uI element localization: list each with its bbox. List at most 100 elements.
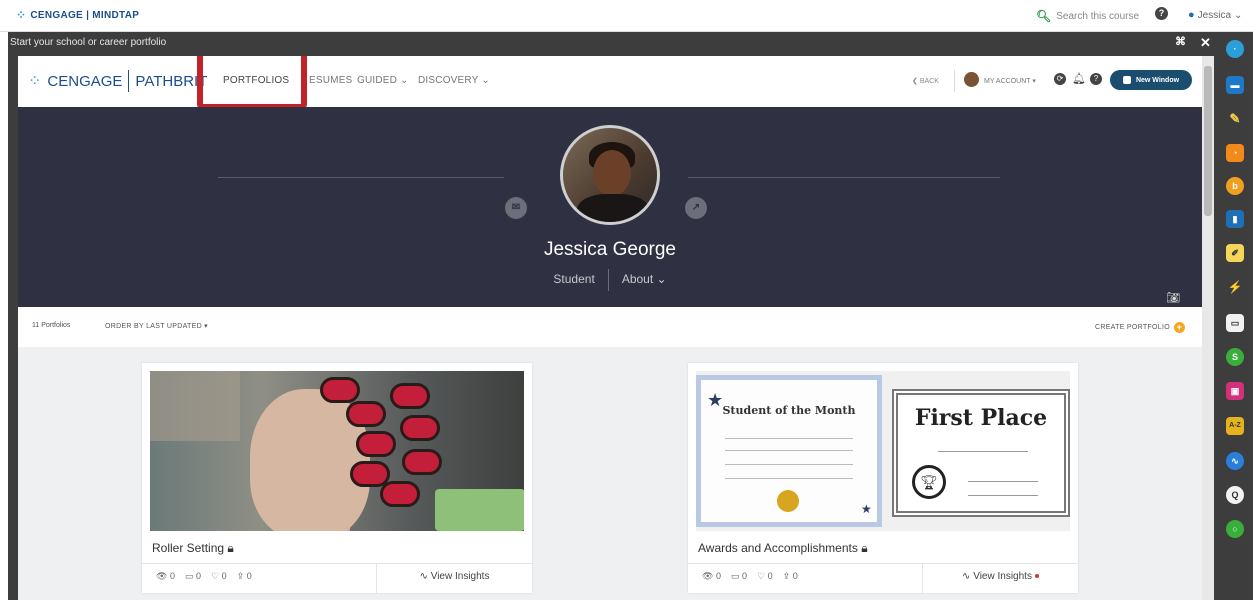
portfolio-stats: 👁︎ 0 ▭ 0 ♡ 0 ⇪ 0 <box>688 563 923 593</box>
comments-count: ▭ 0 <box>184 571 202 581</box>
trend-icon: ∿ <box>962 571 971 582</box>
search-icon: 🔍︎ <box>1036 9 1052 23</box>
nav-guided[interactable]: GUIDED ⌄ <box>357 75 409 86</box>
portfolio-thumbnail[interactable]: ★ Student of the Month ★ First Place 🏆︎ <box>696 371 1070 531</box>
chevron-down-icon: ⌄ <box>1234 9 1243 21</box>
close-icon[interactable]: ✕ <box>1200 35 1211 51</box>
search-app-icon[interactable]: Q <box>1226 486 1244 504</box>
search-course-link[interactable]: 🔍︎ Search this course <box>1036 9 1139 23</box>
portfolio-card-roller-setting[interactable]: Roller Setting 🔒︎ 👁︎ 0 ▭ 0 ♡ 0 ⇪ 0 ∿ Vie… <box>142 363 532 593</box>
nav-discovery[interactable]: DISCOVERY ⌄ <box>418 75 490 86</box>
cengage-app-icon[interactable]: · <box>1226 40 1244 58</box>
view-insights-button[interactable]: ∿ View Insights <box>377 563 532 593</box>
my-account-menu[interactable]: MY ACCOUNT ▾ <box>984 77 1036 85</box>
profile-name: Jessica George <box>543 239 676 260</box>
b-app-icon[interactable]: b <box>1226 177 1244 195</box>
create-portfolio-button[interactable]: CREATE PORTFOLIO + <box>1095 322 1185 333</box>
portfolio-thumbnail[interactable] <box>150 371 524 531</box>
app-dock: · ▬ ✎ ◔ b ▮ ✐ ⚡ ▭ S ▣ A-Z ∿ Q ○ <box>1216 32 1253 600</box>
profile-photo[interactable] <box>560 125 660 225</box>
lock-icon: 🔒︎ <box>861 541 868 555</box>
dialog-title: Start your school or career portfolio <box>10 37 167 48</box>
mindtap-topbar: ⁘ CENGAGE | MINDTAP 🔍︎ Search this cours… <box>0 0 1253 32</box>
account-avatar[interactable] <box>964 72 979 87</box>
lock-icon: 🔒︎ <box>227 541 234 555</box>
message-icon[interactable]: ✉ <box>505 197 527 219</box>
user-menu[interactable]: ● Jessica ⌄ <box>1188 9 1242 21</box>
hero-divider-left <box>218 177 504 178</box>
s-app-icon[interactable]: S <box>1226 348 1244 366</box>
notes-app-icon[interactable]: ✐ <box>1226 244 1244 262</box>
mindtap-logo[interactable]: ⁘ CENGAGE | MINDTAP <box>16 8 139 22</box>
pathbrite-logo[interactable]: ⁘ CENGAGE PATHBRIT <box>28 70 207 92</box>
portfolio-count: 11 Portfolios <box>32 322 71 329</box>
portfolio-title[interactable]: Awards and Accomplishments 🔒︎ <box>698 541 868 556</box>
share-icon[interactable]: ↗ <box>685 197 707 219</box>
share-icon: ⇪ <box>782 571 791 581</box>
brand-divider <box>128 70 130 92</box>
circle-app-icon[interactable]: ○ <box>1226 520 1244 538</box>
hero-divider-right <box>688 177 1000 178</box>
heart-icon: ♡ <box>211 571 220 581</box>
briefcase-app-icon[interactable]: ▬ <box>1226 76 1244 94</box>
portfolio-toolbar: 11 Portfolios ORDER BY LAST UPDATED ▾ CR… <box>18 307 1202 347</box>
profile-hero: ✉ ↗ Jessica George Student About ⌄ 📷︎ <box>18 107 1202 307</box>
views-count: 👁︎ 0 <box>702 571 721 581</box>
views-count: 👁︎ 0 <box>156 571 175 581</box>
cengage-dots-icon: ⁘ <box>28 73 42 90</box>
pathbrite-frame: ⁘ CENGAGE PATHBRIT PORTFOLIOS ESUMES GUI… <box>18 56 1202 600</box>
portfolio-title[interactable]: Roller Setting 🔒︎ <box>152 541 234 556</box>
trend-icon: ∿ <box>419 571 428 582</box>
book-app-icon[interactable]: ▮ <box>1226 210 1244 228</box>
star-icon: ★ <box>861 502 872 516</box>
nav-divider <box>954 70 955 92</box>
gold-seal-icon <box>777 490 799 512</box>
comments-count: ▭ 0 <box>730 571 748 581</box>
profile-role: Student <box>553 272 595 287</box>
rss-app-icon[interactable]: ◔ <box>1226 144 1244 162</box>
camera-icon[interactable]: 📷︎ <box>1166 291 1180 304</box>
scrollbar-thumb[interactable] <box>1204 66 1212 216</box>
heart-icon: ♡ <box>757 571 766 581</box>
new-window-button[interactable]: New Window <box>1110 70 1192 90</box>
view-insights-button[interactable]: ∿ View Insights <box>923 563 1078 593</box>
portfolio-card-awards[interactable]: ★ Student of the Month ★ First Place 🏆︎ <box>688 363 1078 593</box>
likes-count: ♡ 0 <box>757 571 773 581</box>
pathbrite-nav: ⁘ CENGAGE PATHBRIT PORTFOLIOS ESUMES GUI… <box>18 56 1202 110</box>
shares-count: ⇪ 0 <box>236 571 252 581</box>
back-button[interactable]: ❮ BACK <box>912 77 939 85</box>
nav-resumes[interactable]: ESUMES <box>309 75 352 86</box>
order-dropdown[interactable]: ORDER BY LAST UPDATED ▾ <box>105 322 208 330</box>
notification-dot <box>1034 574 1039 579</box>
window-icon <box>1122 76 1131 84</box>
trophy-icon: 🏆︎ <box>912 465 946 499</box>
flashcard-app-icon[interactable]: ⚡ <box>1226 278 1244 296</box>
profile-subnav: Student About ⌄ <box>18 269 1202 291</box>
expand-icon[interactable]: ⌘ <box>1175 35 1186 48</box>
about-menu[interactable]: About ⌄ <box>622 272 667 286</box>
cengage-dots-icon: ⁘ <box>16 8 27 22</box>
comment-icon: ▭ <box>730 571 740 581</box>
frame-scrollbar[interactable] <box>1202 56 1214 600</box>
monitor-app-icon[interactable]: ▣ <box>1226 382 1244 400</box>
eye-icon: 👁︎ <box>702 571 714 581</box>
help-icon[interactable]: ? <box>1090 73 1102 85</box>
portfolio-stats: 👁︎ 0 ▭ 0 ♡ 0 ⇪ 0 <box>142 563 377 593</box>
likes-count: ♡ 0 <box>211 571 227 581</box>
portfolios-highlight-box <box>197 56 307 110</box>
plus-icon: + <box>1173 322 1185 333</box>
comment-icon: ▭ <box>184 571 194 581</box>
user-icon: ● <box>1188 9 1195 21</box>
shares-count: ⇪ 0 <box>782 571 798 581</box>
certificate-first-place: First Place 🏆︎ <box>892 389 1070 517</box>
help-icon[interactable]: ? <box>1155 7 1168 20</box>
az-app-icon[interactable]: A-Z <box>1226 417 1244 435</box>
chat-app-icon[interactable]: ▭ <box>1226 314 1244 332</box>
certificate-student-of-month: ★ Student of the Month ★ <box>696 375 882 527</box>
highlighter-app-icon[interactable]: ✎ <box>1226 110 1244 128</box>
eye-icon: 👁︎ <box>156 571 168 581</box>
share-icon: ⇪ <box>236 571 245 581</box>
bell-icon[interactable]: 🔔︎ <box>1072 73 1086 85</box>
chart-app-icon[interactable]: ∿ <box>1226 452 1244 470</box>
sync-icon[interactable]: ⟳ <box>1054 73 1066 85</box>
